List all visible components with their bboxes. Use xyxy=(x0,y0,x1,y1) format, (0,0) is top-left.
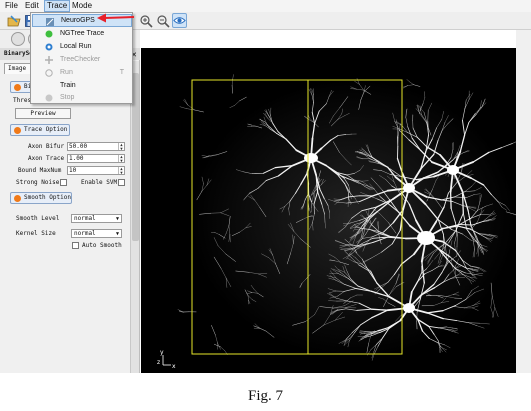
menu-item-ngtree-trace-label: NGTree Trace xyxy=(60,30,105,37)
axon-trace-value: 1.00 xyxy=(69,155,84,162)
kernel-size-select[interactable]: normal ▼ xyxy=(71,229,122,238)
kernel-size-label: Kernel Size xyxy=(16,230,56,237)
trace-dropdown-menu: NeuroGPS NGTree Trace Local Run TreeChec… xyxy=(30,12,133,104)
tree-checker-icon xyxy=(45,56,53,64)
zoom-out-icon[interactable] xyxy=(155,13,170,28)
orange-dot-icon xyxy=(14,195,21,202)
spin-arrows-icon[interactable]: ▲ ▼ xyxy=(118,167,124,174)
panel-scrollbar[interactable] xyxy=(130,61,139,373)
visibility-eye-icon[interactable] xyxy=(172,13,187,28)
red-pointer-arrow-icon xyxy=(97,13,135,23)
neuron-image: y z x xyxy=(141,48,516,373)
strong-noise-checkbox[interactable] xyxy=(60,179,67,186)
menu-trace[interactable]: Trace xyxy=(44,0,71,12)
bound-maxnum-value: 10 xyxy=(69,167,77,174)
orange-dot-icon xyxy=(14,84,21,91)
menu-item-run-shortcut: T xyxy=(119,69,124,76)
spin-arrows-icon[interactable]: ▲ ▼ xyxy=(118,155,124,162)
run-icon xyxy=(45,69,53,77)
menu-item-neurogps-label: NeuroGPS xyxy=(61,17,95,24)
axon-trace-spinbox[interactable]: 1.00 ▲ ▼ xyxy=(67,154,125,163)
menu-file[interactable]: File xyxy=(3,0,20,12)
viewer-right-strip xyxy=(516,30,531,373)
smooth-level-select[interactable]: normal ▼ xyxy=(71,214,122,223)
axis-label-y: y xyxy=(160,349,164,356)
preview-button[interactable]: Preview xyxy=(15,108,71,119)
menu-item-train-label: Train xyxy=(60,82,76,89)
figure-caption: Fig. 7 xyxy=(247,388,283,404)
kernel-size-value: normal xyxy=(74,230,96,237)
menu-item-run[interactable]: Run T xyxy=(32,66,132,79)
open-file-icon[interactable] xyxy=(6,13,21,28)
previous-button-icon[interactable] xyxy=(11,32,25,46)
menu-item-stop-label: Stop xyxy=(60,94,75,101)
menu-mode[interactable]: Mode xyxy=(70,0,94,12)
orange-dot-icon xyxy=(14,127,21,134)
bound-maxnum-spinbox[interactable]: 10 ▲ ▼ xyxy=(67,166,125,175)
menu-item-run-label: Run xyxy=(60,69,73,76)
axon-bifur-spinbox[interactable]: 50.00 ▲ ▼ xyxy=(67,142,125,151)
zoom-in-icon[interactable] xyxy=(138,13,153,28)
menu-edit[interactable]: Edit xyxy=(23,0,41,12)
menu-item-local-run-label: Local Run xyxy=(60,43,92,50)
auto-smooth-label: Auto Smooth xyxy=(82,242,122,249)
axis-label-z: z xyxy=(157,359,160,366)
auto-smooth-checkbox[interactable] xyxy=(72,242,79,249)
smooth-level-value: normal xyxy=(74,215,96,222)
smooth-option-section-toggle[interactable]: Smooth Option xyxy=(10,192,72,204)
dropdown-caret-icon: ▼ xyxy=(115,216,119,222)
enable-svm-label: Enable SVM xyxy=(81,179,118,186)
menu-item-treechecker-label: TreeChecker xyxy=(60,56,101,63)
axon-bifur-value: 50.00 xyxy=(69,143,88,150)
scrollbar-thumb[interactable] xyxy=(132,73,139,241)
trace-option-section-toggle[interactable]: Trace Option xyxy=(10,124,70,136)
menubar: File Edit Trace Mode xyxy=(0,0,531,12)
neuron-3d-viewer[interactable]: y z x xyxy=(141,48,516,373)
neurogps-icon xyxy=(46,18,54,26)
menu-item-treechecker[interactable]: TreeChecker xyxy=(32,53,132,66)
smooth-level-label: Smooth Level xyxy=(16,215,60,222)
enable-svm-checkbox[interactable] xyxy=(118,179,125,186)
bound-maxnum-label: Bound MaxNum xyxy=(18,167,62,174)
menu-item-stop[interactable]: Stop xyxy=(32,91,132,104)
menu-item-ngtree-trace[interactable]: NGTree Trace xyxy=(32,27,132,40)
smooth-option-label: Smooth Option xyxy=(24,194,71,201)
strong-noise-label: Strong Noise xyxy=(16,179,60,186)
axis-label-x: x xyxy=(172,363,176,370)
axon-bifur-label: Axon Bifur xyxy=(28,143,65,150)
stop-icon xyxy=(45,94,53,102)
tree-trace-icon xyxy=(45,30,53,38)
axon-trace-label: Axon Trace xyxy=(28,155,65,162)
dropdown-caret-icon: ▼ xyxy=(115,231,119,237)
local-run-icon xyxy=(45,43,53,51)
trace-option-label: Trace Option xyxy=(24,126,68,133)
spin-arrows-icon[interactable]: ▲ ▼ xyxy=(118,143,124,150)
menu-item-local-run[interactable]: Local Run xyxy=(32,40,132,53)
